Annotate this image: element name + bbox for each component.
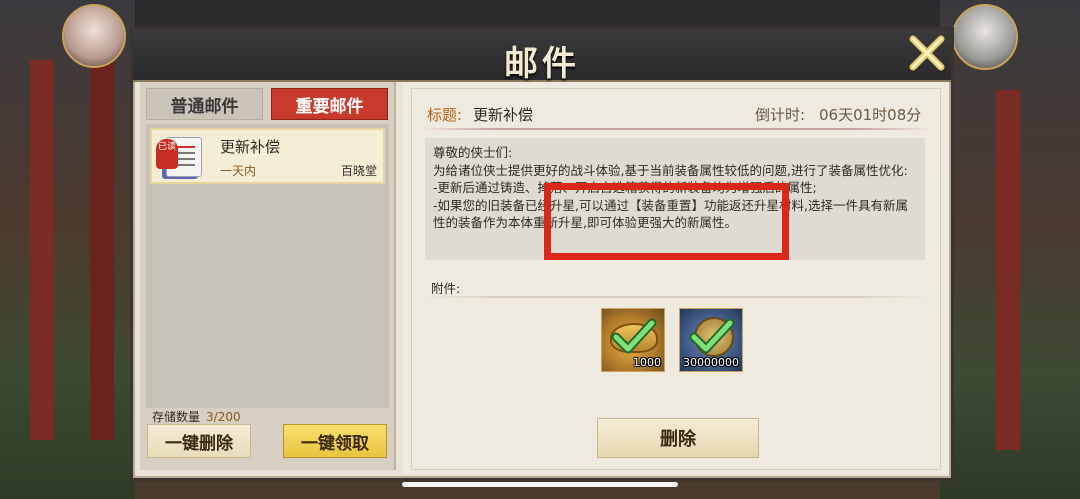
claimed-check-icon xyxy=(611,318,657,354)
envelope-icon: 已读 xyxy=(156,133,208,181)
subject-value: 更新补偿 xyxy=(473,106,534,124)
countdown-label: 倒计时: xyxy=(755,106,806,124)
attachments-label: 附件: xyxy=(431,281,461,296)
window-title: 邮件 xyxy=(504,44,580,84)
mail-detail-panel: 标题: 更新补偿 倒计时: 06天01时08分 尊敬的侠士们: 为给诸位侠士提供… xyxy=(403,82,949,474)
attachment-slot-coin[interactable]: 30000000 xyxy=(679,308,743,372)
mail-item-time: 一天内 xyxy=(220,164,257,178)
claimed-check-icon xyxy=(689,318,735,354)
tab-important-mail[interactable]: 重要邮件 xyxy=(271,88,388,120)
attachment-quantity: 1000 xyxy=(633,356,661,369)
attachment-divider xyxy=(419,296,933,298)
read-badge: 已读 xyxy=(156,139,178,169)
body-line: 尊敬的侠士们: xyxy=(433,145,513,160)
attachment-slot-gold[interactable]: 1000 xyxy=(601,308,665,372)
mail-window-titlebar: 邮件 xyxy=(133,30,951,84)
mail-item-sender: 百晓堂 xyxy=(340,164,377,178)
mail-list: 已读 更新补偿 一天内 百晓堂 xyxy=(146,124,389,408)
tab-normal-mail[interactable]: 普通邮件 xyxy=(146,88,263,120)
character-avatar-left xyxy=(62,4,126,68)
mail-item-title: 更新补偿 xyxy=(220,138,281,156)
countdown-value: 06天01时08分 xyxy=(819,106,922,124)
header-divider xyxy=(419,128,933,130)
storage-count: 存储数量 3/200 xyxy=(152,408,241,425)
mail-list-panel: 普通邮件 重要邮件 已读 更新补偿 一天内 百晓堂 存储数量 3/200 一键删除… xyxy=(140,82,396,470)
storage-value: 3/200 xyxy=(206,410,241,424)
close-button[interactable] xyxy=(904,30,950,76)
storage-label: 存储数量 xyxy=(152,410,201,424)
mail-list-item[interactable]: 已读 更新补偿 一天内 百晓堂 xyxy=(150,128,385,184)
close-icon xyxy=(909,35,945,71)
collect-all-button[interactable]: 一键领取 xyxy=(283,424,387,458)
delete-all-button[interactable]: 一键删除 xyxy=(147,424,251,458)
background-scenery-left xyxy=(0,0,135,499)
delete-button[interactable]: 删除 xyxy=(597,418,759,458)
home-indicator[interactable] xyxy=(402,482,678,487)
body-line: 为给诸位侠士提供更好的战斗体验,基于当前装备属性较低的问题,进行了装备属性优化: xyxy=(433,162,908,178)
attachment-quantity: 30000000 xyxy=(683,356,739,369)
subject-label: 标题: xyxy=(427,106,463,124)
highlight-box xyxy=(544,183,789,260)
background-scenery-right xyxy=(940,0,1080,499)
character-avatar-right xyxy=(952,4,1018,70)
